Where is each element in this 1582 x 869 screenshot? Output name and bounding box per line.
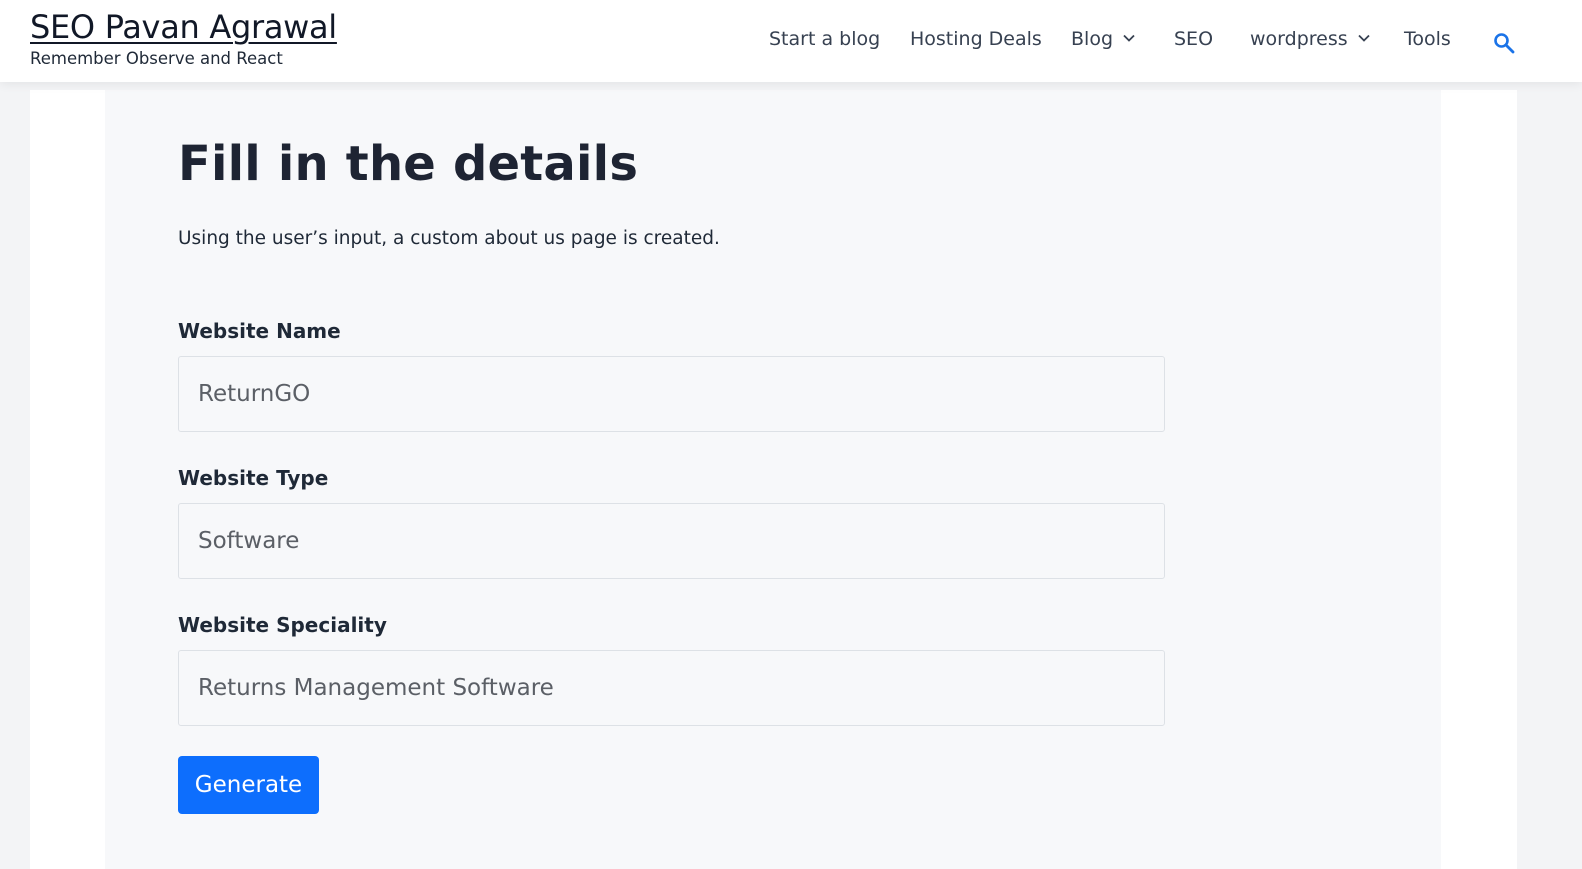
- nav-item-blog-label: Blog: [1071, 28, 1113, 50]
- generate-button[interactable]: Generate: [178, 756, 319, 814]
- nav-item-blog[interactable]: Blog: [1071, 28, 1135, 50]
- website-type-label: Website Type: [178, 466, 329, 490]
- search-icon[interactable]: [1493, 32, 1515, 54]
- website-speciality-input[interactable]: [178, 650, 1165, 726]
- main-nav: Start a blog Hosting Deals Blog SEO word…: [0, 28, 1582, 58]
- nav-item-start-a-blog[interactable]: Start a blog: [769, 28, 880, 50]
- website-speciality-label: Website Speciality: [178, 613, 387, 637]
- nav-item-hosting-deals[interactable]: Hosting Deals: [910, 28, 1042, 50]
- nav-item-wordpress[interactable]: wordpress: [1250, 28, 1370, 50]
- page-intro: Using the user’s input, a custom about u…: [178, 228, 720, 249]
- website-name-label: Website Name: [178, 319, 341, 343]
- website-name-input[interactable]: [178, 356, 1165, 432]
- nav-item-seo[interactable]: SEO: [1174, 28, 1213, 50]
- website-type-input[interactable]: [178, 503, 1165, 579]
- nav-item-wordpress-label: wordpress: [1250, 28, 1348, 50]
- chevron-down-icon: [1123, 34, 1135, 42]
- nav-item-tools[interactable]: Tools: [1404, 28, 1451, 50]
- page-title: Fill in the details: [178, 136, 639, 192]
- chevron-down-icon: [1358, 34, 1370, 42]
- site-header: SEO Pavan Agrawal Remember Observe and R…: [0, 0, 1582, 82]
